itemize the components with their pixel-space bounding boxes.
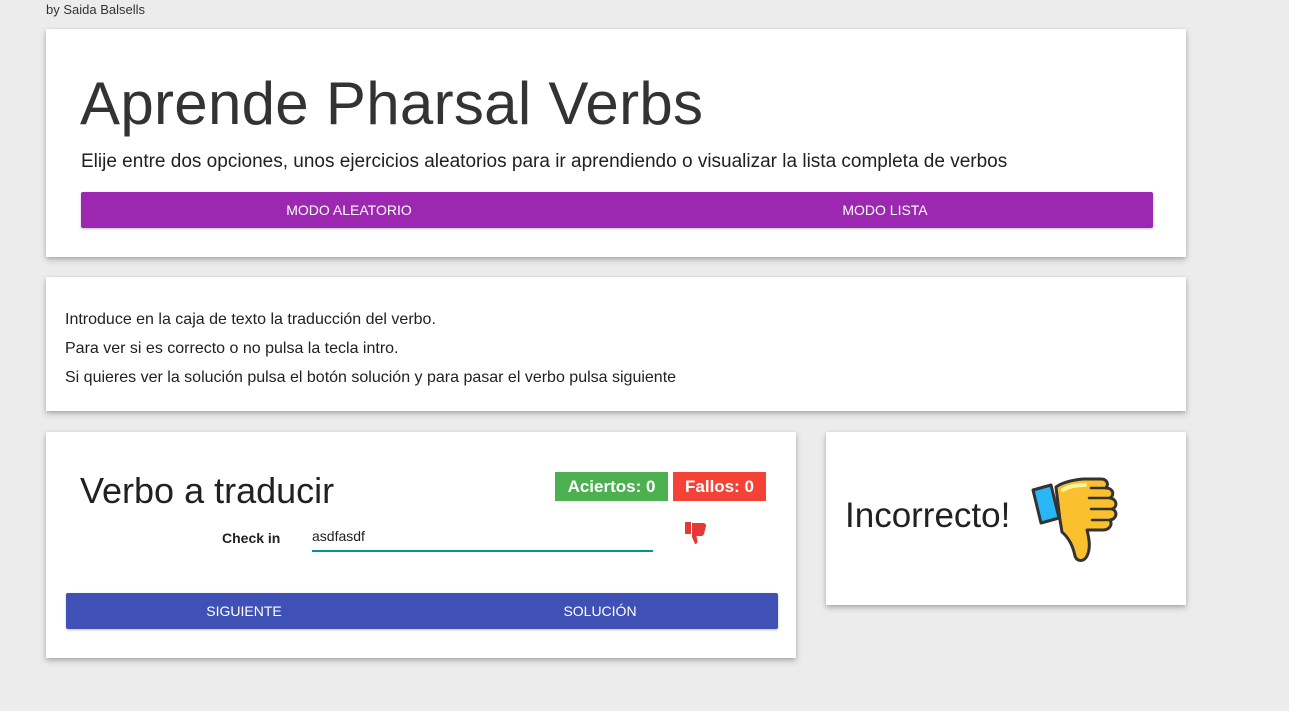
hits-badge: Aciertos: 0 [555, 472, 668, 501]
exercise-title: Verbo a traducir [80, 470, 335, 511]
next-button[interactable]: SIGUIENTE [66, 593, 422, 629]
exercise-card: Verbo a traducir Aciertos: 0 Fallos: 0 C… [46, 432, 796, 658]
author-byline: by Saida Balsells [46, 2, 145, 17]
exercise-actions: SIGUIENTE SOLUCIÓN [66, 593, 778, 629]
mode-selector: MODO ALEATORIO MODO LISTA [81, 192, 1153, 228]
misses-badge: Fallos: 0 [673, 472, 766, 501]
instruction-line: Para ver si es correcto o no pulsa la te… [65, 340, 399, 357]
result-message: Incorrecto! [845, 496, 1011, 535]
thumbs-down-icon [685, 522, 706, 544]
instruction-line: Introduce en la caja de texto la traducc… [65, 311, 436, 328]
solution-button[interactable]: SOLUCIÓN [422, 593, 778, 629]
instructions-text: Introduce en la caja de texto la traducc… [65, 305, 676, 392]
page-title: Aprende Pharsal Verbs [80, 70, 704, 137]
thumbs-down-icon [1031, 477, 1118, 562]
instruction-line: Si quieres ver la solución pulsa el botó… [65, 369, 677, 386]
random-mode-button[interactable]: MODO ALEATORIO [81, 192, 617, 228]
list-mode-button[interactable]: MODO LISTA [617, 192, 1153, 228]
instructions-card: Introduce en la caja de texto la traducc… [46, 277, 1186, 411]
result-card: Incorrecto! [826, 432, 1186, 605]
verb-to-translate: Check in [222, 530, 281, 546]
page-subtitle: Elije entre dos opciones, unos ejercicio… [81, 151, 1008, 172]
header-card: Aprende Pharsal Verbs Elije entre dos op… [46, 29, 1186, 257]
translation-input[interactable] [312, 524, 653, 552]
